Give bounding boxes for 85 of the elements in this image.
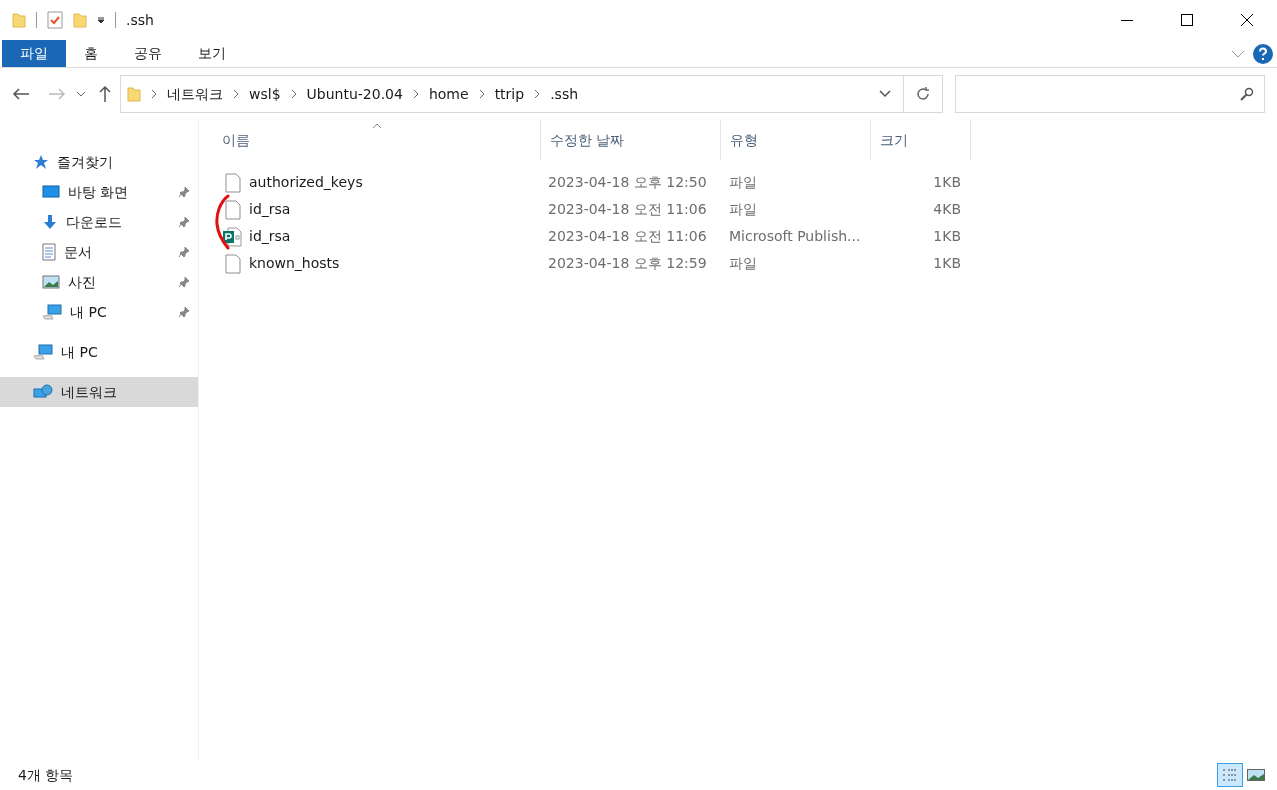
file-icon — [225, 253, 241, 274]
table-cell-text: 파일 — [728, 254, 758, 273]
breadcrumb[interactable]: 네트워크 — [167, 83, 223, 105]
chevron-right-icon[interactable] — [478, 89, 485, 99]
table-cell-text: 파일 — [728, 173, 758, 192]
pin-icon[interactable] — [178, 246, 190, 258]
up-arrow-icon[interactable] — [98, 85, 112, 103]
maximize-icon — [1181, 14, 1193, 26]
chevron-right-icon[interactable] — [233, 89, 239, 99]
window-title: .ssh — [126, 10, 154, 30]
star-icon — [33, 154, 49, 170]
breadcrumb[interactable]: ttrip — [494, 83, 525, 105]
folder-icon — [12, 12, 26, 28]
table-cell-text: 1KB — [932, 173, 962, 192]
chevron-right-icon[interactable] — [151, 89, 157, 99]
breadcrumb[interactable]: .ssh — [550, 83, 579, 105]
picture-icon — [1247, 769, 1265, 781]
nav-item[interactable]: 즐겨찾기 — [0, 147, 198, 177]
address-bar[interactable]: 네트워크 wsl$ Ubuntu-20.04 home ttrip .ssh — [120, 75, 943, 113]
details-view-button[interactable] — [1217, 763, 1243, 787]
column-header[interactable]: 유형 — [721, 120, 871, 160]
chevron-right-icon[interactable] — [290, 89, 297, 99]
pin-icon[interactable] — [178, 186, 190, 198]
chevron-down-icon[interactable] — [76, 91, 86, 97]
search-icon — [1240, 87, 1254, 101]
table-cell-text: 4KB — [932, 200, 962, 219]
breadcrumb[interactable]: wsl$ — [249, 83, 281, 105]
ribbon-tab[interactable]: 파일 — [2, 40, 66, 67]
table-cell-text: 2023-04-18 오후 12:50 — [547, 173, 708, 192]
table-cell-text: 2023-04-18 오후 12:59 — [547, 254, 708, 273]
pin-icon[interactable] — [178, 216, 190, 228]
file-name[interactable]: known_hosts — [249, 253, 340, 274]
folder-icon — [127, 86, 141, 102]
close-icon — [1240, 13, 1254, 27]
file-icon — [225, 172, 241, 193]
breadcrumb[interactable]: home — [428, 83, 469, 105]
chevron-right-icon[interactable] — [412, 89, 419, 99]
chevron-down-icon[interactable] — [879, 90, 891, 98]
file-name[interactable]: id_rsa — [249, 199, 291, 220]
file-icon — [225, 199, 241, 220]
back-arrow-icon[interactable] — [12, 87, 30, 101]
pin-icon[interactable] — [178, 276, 190, 288]
refresh-icon — [915, 86, 931, 102]
computer-icon — [33, 344, 53, 360]
nav-item[interactable]: 사진 — [0, 267, 198, 297]
column-header[interactable]: 크기 — [871, 120, 971, 160]
file-name[interactable]: id_rsa — [249, 226, 291, 247]
table-cell-text: Microsoft Publish... — [728, 227, 862, 246]
computer-icon — [42, 304, 62, 320]
column-header[interactable]: 수정한 날짜 — [541, 120, 721, 160]
status-text: 4개 항목 — [18, 765, 74, 785]
table-cell-text: 2023-04-18 오전 11:06 — [547, 227, 708, 246]
nav-item[interactable]: 문서 — [0, 237, 198, 267]
breadcrumb[interactable]: Ubuntu-20.04 — [306, 83, 403, 105]
publisher-file-icon — [223, 226, 243, 247]
table-cell-text: 파일 — [728, 200, 758, 219]
minimize-icon — [1121, 19, 1133, 21]
document-icon — [42, 243, 56, 261]
monitor-icon — [42, 185, 60, 199]
table-cell-text: 2023-04-18 오전 11:06 — [547, 200, 708, 219]
ribbon-tab[interactable]: 공유 — [116, 40, 180, 67]
pin-icon[interactable] — [178, 306, 190, 318]
nav-item[interactable]: 바탕 화면 — [0, 177, 198, 207]
nav-item[interactable]: 네트워크 — [0, 377, 198, 407]
folder-icon — [73, 12, 87, 28]
column-header[interactable]: 이름 — [213, 120, 541, 160]
search-field[interactable] — [955, 75, 1265, 113]
ribbon-tab[interactable]: 홈 — [66, 40, 116, 67]
nav-item[interactable]: 내 PC — [0, 337, 198, 367]
forward-arrow-icon[interactable] — [48, 87, 66, 101]
details-view-icon — [1222, 768, 1238, 782]
nav-item[interactable]: 다운로드 — [0, 207, 198, 237]
network-icon — [33, 384, 53, 400]
picture-icon — [42, 275, 60, 289]
chevron-right-icon[interactable] — [534, 89, 541, 99]
down-arrow-icon — [42, 214, 58, 230]
checklist-icon[interactable] — [47, 11, 63, 29]
help-icon[interactable] — [1253, 43, 1273, 64]
nav-item[interactable]: 내 PC — [0, 297, 198, 327]
annotation-mark — [214, 192, 230, 252]
table-cell-text: 1KB — [932, 254, 962, 273]
file-name[interactable]: authorized_keys — [249, 172, 363, 193]
ribbon-tab[interactable]: 보기 — [180, 40, 244, 67]
dropdown-icon[interactable] — [97, 16, 105, 24]
table-cell-text: 1KB — [932, 227, 962, 246]
